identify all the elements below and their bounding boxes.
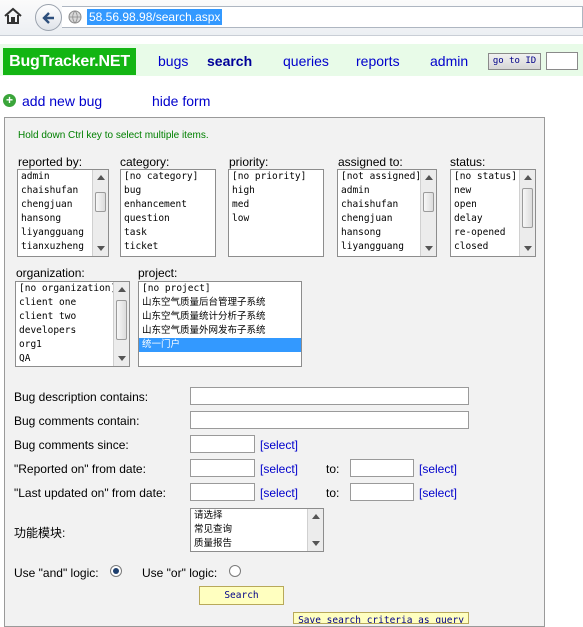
nav-admin[interactable]: admin (430, 52, 468, 70)
reported-to-label: to: (326, 462, 340, 476)
scrollbar[interactable] (92, 170, 108, 256)
scroll-up-icon[interactable] (524, 175, 532, 180)
scroll-up-icon[interactable] (425, 175, 433, 180)
list-item[interactable]: bug (121, 184, 215, 198)
nav-reports[interactable]: reports (356, 52, 400, 70)
comments-since-input[interactable] (190, 435, 255, 453)
comments-since-select-link[interactable]: [select] (260, 438, 298, 452)
list-item[interactable]: [no priority] (229, 170, 323, 184)
assigned-to-select[interactable]: [not assigned] admin chaishufan chengjua… (337, 169, 437, 257)
assigned-to-label: assigned to: (338, 155, 403, 169)
nav-bugs[interactable]: bugs (158, 52, 188, 70)
status-select[interactable]: [no status] new open delay re-opened clo… (450, 169, 536, 257)
nav-search[interactable]: search (207, 52, 252, 70)
scroll-thumb[interactable] (423, 192, 434, 212)
desc-contains-label: Bug description contains: (14, 390, 149, 404)
project-select[interactable]: [no project] 山东空气质量后台管理子系统 山东空气质量统计分析子系统… (138, 281, 302, 367)
organization-select[interactable]: [no organization] client one client two … (15, 281, 130, 367)
list-item[interactable]: enhancement (121, 198, 215, 212)
list-item[interactable]: question (121, 212, 215, 226)
search-button[interactable]: Search (199, 586, 284, 605)
scroll-thumb[interactable] (522, 188, 533, 228)
and-logic-radio[interactable] (110, 565, 122, 577)
list-item[interactable]: 常见查询 (191, 523, 323, 537)
module-label: 功能模块: (14, 526, 66, 540)
list-item[interactable]: high (229, 184, 323, 198)
category-select[interactable]: [no category] bug enhancement question t… (120, 169, 216, 257)
hide-form-link[interactable]: hide form (152, 93, 210, 109)
list-item-selected[interactable]: 统一门户 (139, 338, 301, 352)
scroll-down-icon[interactable] (312, 541, 320, 546)
reported-from-label: "Reported on" from date: (14, 462, 146, 476)
list-item[interactable]: task (121, 226, 215, 240)
save-query-button[interactable]: Save search criteria as query (293, 612, 469, 624)
back-arrow-icon (41, 11, 54, 24)
reported-from-select-link[interactable]: [select] (260, 462, 298, 476)
updated-from-input[interactable] (190, 483, 255, 501)
comments-since-label: Bug comments since: (14, 438, 129, 452)
module-select[interactable]: 请选择 常见查询 质量报告 (190, 508, 324, 552)
go-to-id-button[interactable]: go to ID (488, 53, 541, 70)
scrollbar[interactable] (307, 509, 323, 551)
list-item[interactable]: [no category] (121, 170, 215, 184)
scroll-down-icon[interactable] (97, 246, 105, 251)
list-item[interactable]: 山东空气质量外网发布子系统 (139, 324, 301, 338)
desc-contains-input[interactable] (190, 387, 469, 405)
url-text[interactable]: 58.56.98.98/search.aspx (87, 9, 223, 25)
list-item[interactable]: 请选择 (191, 509, 323, 523)
reported-to-input[interactable] (350, 459, 414, 477)
scroll-thumb[interactable] (116, 300, 127, 340)
updated-from-label: "Last updated on" from date: (14, 486, 166, 500)
scroll-down-icon[interactable] (118, 356, 126, 361)
and-logic-label: Use "and" logic: (14, 566, 99, 580)
reported-by-select[interactable]: admin chaishufan chengjuan hansong liyan… (17, 169, 109, 257)
scroll-down-icon[interactable] (524, 246, 532, 251)
project-label: project: (138, 266, 178, 280)
or-logic-radio[interactable] (229, 565, 241, 577)
list-item[interactable]: 山东空气质量统计分析子系统 (139, 310, 301, 324)
browser-toolbar: 58.56.98.98/search.aspx (0, 0, 583, 36)
bug-id-input[interactable] (546, 52, 578, 70)
comments-contain-label: Bug comments contain: (14, 414, 140, 428)
list-item[interactable]: ticket (121, 240, 215, 254)
reported-to-select-link[interactable]: [select] (419, 462, 457, 476)
nav-queries[interactable]: queries (283, 52, 329, 70)
priority-label: priority: (229, 155, 269, 169)
reported-from-input[interactable] (190, 459, 255, 477)
priority-select[interactable]: [no priority] high med low (228, 169, 324, 257)
updated-to-select-link[interactable]: [select] (419, 486, 457, 500)
category-label: category: (120, 155, 170, 169)
list-item[interactable]: 质量报告 (191, 537, 323, 551)
back-button[interactable] (35, 4, 62, 31)
updated-to-input[interactable] (350, 483, 414, 501)
add-icon[interactable]: + (3, 94, 16, 107)
list-item[interactable]: low (229, 212, 323, 226)
address-bar[interactable]: 58.56.98.98/search.aspx (62, 6, 583, 28)
add-new-bug-link[interactable]: add new bug (22, 93, 102, 109)
list-item[interactable]: 山东空气质量后台管理子系统 (139, 296, 301, 310)
scroll-thumb[interactable] (95, 192, 106, 212)
status-label: status: (450, 155, 486, 169)
organization-label: organization: (16, 266, 85, 280)
or-logic-label: Use "or" logic: (142, 566, 218, 580)
updated-from-select-link[interactable]: [select] (260, 486, 298, 500)
list-item[interactable]: [no project] (139, 282, 301, 296)
list-item[interactable]: med (229, 198, 323, 212)
scroll-up-icon[interactable] (312, 514, 320, 519)
scroll-up-icon[interactable] (97, 175, 105, 180)
scrollbar[interactable] (113, 282, 129, 366)
ctrl-hint: Hold down Ctrl key to select multiple it… (18, 130, 209, 141)
reported-by-label: reported by: (18, 155, 83, 169)
comments-contain-input[interactable] (190, 411, 469, 429)
page-globe-icon (68, 10, 82, 24)
app-logo[interactable]: BugTracker.NET (3, 48, 136, 75)
scrollbar[interactable] (420, 170, 436, 256)
home-icon[interactable] (3, 6, 23, 26)
scroll-down-icon[interactable] (425, 246, 433, 251)
scrollbar[interactable] (519, 170, 535, 256)
updated-to-label: to: (326, 486, 340, 500)
scroll-up-icon[interactable] (118, 287, 126, 292)
